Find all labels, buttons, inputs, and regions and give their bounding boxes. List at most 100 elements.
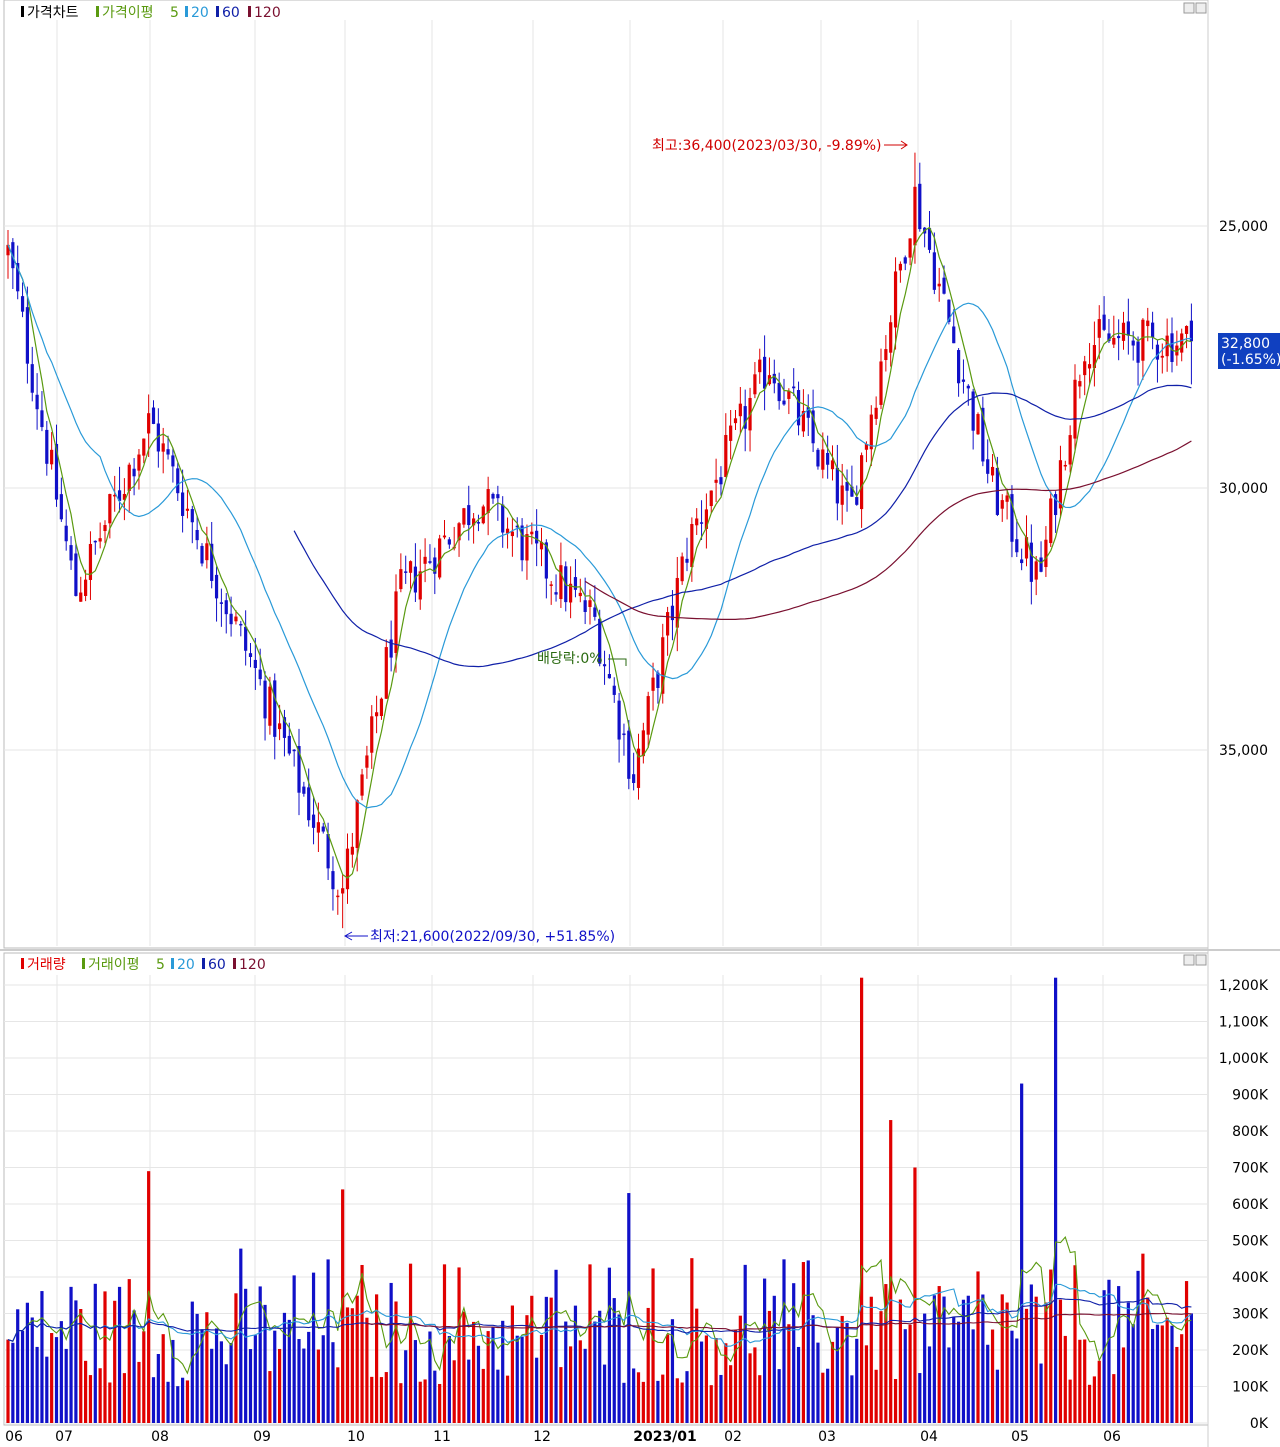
volume-bar <box>248 1349 253 1423</box>
volume-bar <box>20 1330 25 1423</box>
volume-bar <box>501 1320 505 1423</box>
volume-bar <box>787 1324 791 1423</box>
volume-bar <box>35 1346 39 1423</box>
candle-body <box>961 379 966 382</box>
volume-y-tick: 1,200K <box>1219 978 1269 994</box>
candle-body <box>103 525 107 532</box>
close-icon[interactable] <box>1195 2 1207 14</box>
candle-body <box>1029 542 1033 582</box>
volume-y-tick: 600K <box>1232 1197 1269 1213</box>
maximize-icon[interactable] <box>1183 2 1195 14</box>
candle-body <box>258 669 262 680</box>
candle-body <box>622 733 626 736</box>
candle-body <box>879 361 883 405</box>
volume-bar <box>826 1368 830 1423</box>
candle-body <box>632 774 636 784</box>
price-ma5-label: 5 <box>170 5 179 21</box>
candle-body <box>316 822 320 833</box>
volume-bar <box>1087 1384 1092 1423</box>
volume-bar <box>796 1346 801 1423</box>
volume-bar <box>59 1321 63 1423</box>
candle-body <box>132 468 136 477</box>
volume-bar <box>622 1382 626 1423</box>
candle-body <box>1112 337 1116 345</box>
volume-y-tick: 800K <box>1232 1124 1269 1140</box>
candle-body <box>447 539 451 545</box>
volume-bar <box>307 1331 311 1423</box>
volume-bar <box>952 1316 956 1423</box>
maximize-icon[interactable] <box>1183 954 1195 966</box>
volume-y-tick: 500K <box>1232 1234 1269 1250</box>
high-annotation: 최고:36,400(2023/03/30, -9.89%) <box>652 138 908 154</box>
volume-bar <box>1170 1325 1174 1423</box>
candle-body <box>733 418 738 424</box>
candle-body <box>816 449 820 467</box>
volume-bar <box>1151 1329 1155 1423</box>
volume-bar <box>801 1262 805 1423</box>
volume-bar <box>103 1291 107 1423</box>
volume-bar <box>166 1381 170 1423</box>
volume-bar <box>612 1298 616 1423</box>
volume-bar <box>457 1267 461 1423</box>
candle-body <box>273 680 277 737</box>
candle-body <box>408 561 413 573</box>
volume-bar <box>117 1286 122 1423</box>
x-axis-labels: 06 07 08 09 10 11 12 2023/01 02 03 04 05 06 <box>5 1429 1121 1445</box>
volume-bar <box>903 1329 907 1423</box>
volume-bar <box>763 1278 767 1423</box>
volume-bar <box>971 1329 975 1423</box>
volume-bar <box>617 1314 621 1423</box>
volume-bar <box>418 1381 422 1423</box>
candle-body <box>195 529 199 541</box>
volume-bar <box>1092 1376 1096 1423</box>
candle-body <box>772 373 776 384</box>
volume-bar <box>214 1328 219 1423</box>
volume-bar <box>433 1370 437 1423</box>
price-ma20-label: 20 <box>191 5 209 21</box>
volume-bar <box>151 1377 156 1423</box>
volume-bar <box>661 1374 665 1423</box>
volume-ma20-label: 20 <box>177 957 195 973</box>
close-icon[interactable] <box>1195 954 1207 966</box>
volume-bar <box>394 1301 398 1423</box>
volume-bar <box>651 1268 655 1423</box>
volume-bar <box>273 1330 277 1423</box>
candle-body <box>399 569 403 590</box>
candle-body <box>181 492 185 516</box>
candle-body <box>384 647 388 699</box>
candle-body <box>219 602 223 604</box>
volume-bar <box>1175 1346 1179 1423</box>
volume-bar <box>874 1369 878 1423</box>
candle-body <box>729 425 733 441</box>
volume-bar <box>1010 1330 1014 1423</box>
volume-bar <box>127 1279 131 1423</box>
volume-bar <box>302 1348 306 1423</box>
candle-body <box>1117 336 1121 339</box>
volume-bar <box>607 1267 611 1423</box>
candle-body <box>98 538 102 542</box>
volume-bar <box>326 1259 330 1423</box>
candle-body <box>20 296 25 312</box>
volume-bar <box>830 1341 835 1423</box>
candle-body <box>1039 557 1043 572</box>
volume-bar <box>1058 1299 1063 1423</box>
volume-bar <box>666 1334 670 1423</box>
candle-body <box>525 534 529 561</box>
candle-body <box>1073 379 1077 439</box>
candle-body <box>588 600 592 607</box>
candle-body <box>491 493 495 499</box>
volume-bar <box>699 1341 704 1423</box>
volume-bar <box>1034 1296 1038 1423</box>
candle-body <box>1049 498 1053 544</box>
volume-bar <box>1136 1270 1140 1423</box>
candle-body <box>147 413 151 434</box>
candle-body <box>932 252 936 290</box>
volume-bar <box>632 1368 636 1423</box>
candle-body <box>171 455 175 467</box>
candle-body <box>1020 559 1024 564</box>
volume-bar <box>840 1315 844 1423</box>
candle-body <box>898 263 902 271</box>
candle-body <box>326 833 330 869</box>
volume-bar <box>389 1282 393 1423</box>
candle-body <box>151 407 156 424</box>
